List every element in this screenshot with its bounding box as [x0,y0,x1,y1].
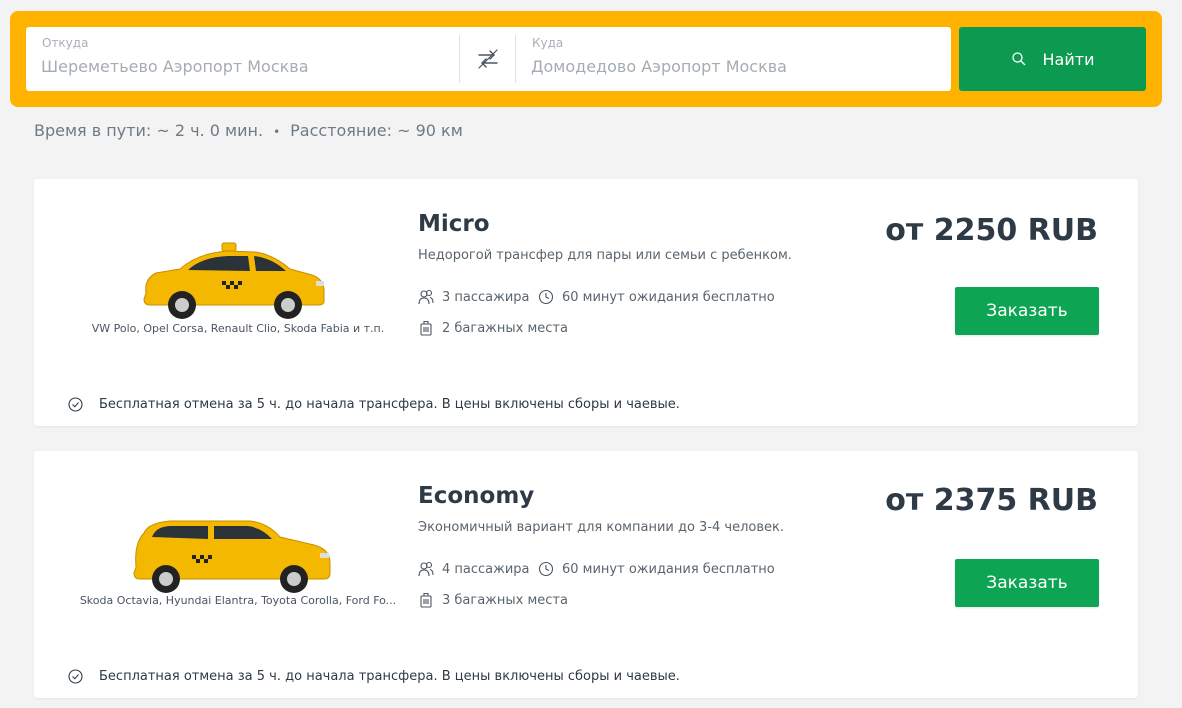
luggage-info: 3 багажных места [418,592,568,608]
luggage-text: 3 багажных места [442,592,568,608]
luggage-icon [420,592,432,608]
trip-separator: • [273,125,281,139]
vehicle-card-economy: Skoda Octavia, Hyundai Elantra, Toyota C… [34,451,1138,698]
check-circle-icon [68,669,83,684]
from-input[interactable] [41,57,441,76]
price: от 2375 RUB [885,483,1098,518]
vehicle-card-micro: VW Polo, Opel Corsa, Renault Clio, Skoda… [34,179,1138,426]
waiting-text: 60 минут ожидания бесплатно [562,561,775,577]
vehicle-class-description: Экономичный вариант для компании до 3-4 … [418,520,784,535]
swap-button[interactable] [459,35,516,83]
car-models: Skoda Octavia, Hyundai Elantra, Toyota C… [79,594,397,607]
luggage-icon [420,320,432,336]
cancellation-note: Бесплатная отмена за 5 ч. до начала тран… [68,397,680,412]
trip-distance: Расстояние: ~ 90 км [290,121,463,140]
to-input[interactable] [531,57,931,76]
passengers-text: 3 пассажира [442,289,530,305]
to-field[interactable]: Куда [516,27,951,91]
vehicle-class-title: Economy [418,483,535,509]
order-button[interactable]: Заказать [955,287,1099,335]
cancellation-text: Бесплатная отмена за 5 ч. до начала тран… [99,397,680,412]
passengers-icon [418,289,434,305]
swap-arrows-icon [477,49,498,69]
clock-icon [538,561,554,577]
price: от 2250 RUB [885,213,1098,248]
taxi-car-image [133,520,331,593]
waiting-info: 60 минут ожидания бесплатно [538,289,775,305]
luggage-info: 2 багажных места [418,320,568,336]
cancellation-text: Бесплатная отмена за 5 ч. до начала тран… [99,669,680,684]
luggage-text: 2 багажных места [442,320,568,336]
clock-icon [538,289,554,305]
vehicle-class-description: Недорогой трансфер для пары или семьи с … [418,248,792,263]
taxi-car-image [143,242,325,319]
trip-info: Время в пути: ~ 2 ч. 0 мин. • Расстояние: … [34,121,463,140]
search-icon [1011,51,1027,67]
from-label: Откуда [42,36,89,50]
to-label: Куда [532,36,564,50]
search-bar: Откуда Куда Найти [10,11,1162,107]
waiting-info: 60 минут ожидания бесплатно [538,561,775,577]
from-field[interactable]: Откуда [26,27,459,91]
cancellation-note: Бесплатная отмена за 5 ч. до начала тран… [68,669,680,684]
trip-duration: Время в пути: ~ 2 ч. 0 мин. [34,121,264,140]
search-button-label: Найти [1042,49,1095,69]
passengers-info: 4 пассажира [418,561,530,577]
check-circle-icon [68,397,83,412]
waiting-text: 60 минут ожидания бесплатно [562,289,775,305]
car-models: VW Polo, Opel Corsa, Renault Clio, Skoda… [91,322,385,335]
search-button[interactable]: Найти [959,27,1146,91]
vehicle-class-title: Micro [418,211,490,237]
order-button[interactable]: Заказать [955,559,1099,607]
route-fields: Откуда Куда [26,27,951,91]
passengers-info: 3 пассажира [418,289,530,305]
passengers-icon [418,561,434,577]
passengers-text: 4 пассажира [442,561,530,577]
